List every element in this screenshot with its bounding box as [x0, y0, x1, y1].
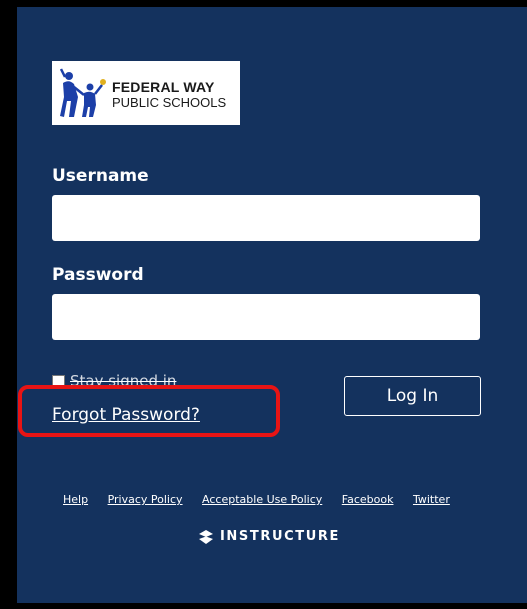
footer-link-twitter[interactable]: Twitter	[413, 493, 450, 506]
screen-frame: FEDERAL WAY PUBLIC SCHOOLS Username Pass…	[0, 0, 527, 609]
username-label: Username	[52, 166, 149, 186]
username-input[interactable]	[52, 195, 480, 241]
login-panel: FEDERAL WAY PUBLIC SCHOOLS Username Pass…	[17, 7, 527, 603]
footer-link-acceptable-use-policy[interactable]: Acceptable Use Policy	[202, 493, 322, 506]
password-input[interactable]	[52, 294, 480, 340]
instructure-logo-icon	[199, 529, 213, 544]
logo-line-2: PUBLIC SCHOOLS	[112, 95, 227, 110]
children-figure-icon	[60, 68, 106, 117]
highlight-annotation	[18, 385, 280, 437]
instructure-brand: INSTRUCTURE	[199, 529, 340, 544]
login-button[interactable]: Log In	[344, 376, 481, 416]
logo-line-1: FEDERAL WAY	[112, 79, 215, 95]
footer-links: Help Privacy Policy Acceptable Use Polic…	[63, 493, 450, 506]
footer-link-facebook[interactable]: Facebook	[342, 493, 394, 506]
logo-text: FEDERAL WAY PUBLIC SCHOOLS	[112, 79, 227, 111]
footer-link-privacy-policy[interactable]: Privacy Policy	[108, 493, 183, 506]
instructure-wordmark: INSTRUCTURE	[220, 529, 340, 544]
footer-link-help[interactable]: Help	[63, 493, 88, 506]
password-label: Password	[52, 265, 144, 285]
district-logo: FEDERAL WAY PUBLIC SCHOOLS	[52, 61, 240, 125]
